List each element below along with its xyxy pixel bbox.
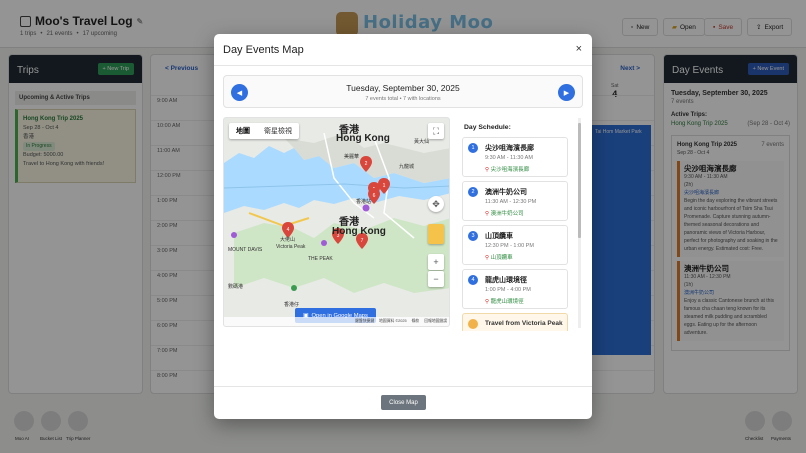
- modal-title: Day Events Map: [223, 44, 304, 56]
- schedule-location: ⚲ 尖沙咀海濱長廊: [485, 165, 529, 173]
- poi-icon: [321, 240, 327, 246]
- map-label-aberdeen: 香港仔: [284, 302, 300, 308]
- schedule-number: 4: [468, 275, 478, 285]
- marker-label: 7: [361, 238, 364, 244]
- map-label-miramar: 美麗華: [344, 154, 360, 160]
- schedule-number: 1: [468, 143, 478, 153]
- close-icon[interactable]: ×: [576, 43, 582, 55]
- map-island-en: Hong Kong: [332, 226, 386, 237]
- marker-label: 4: [287, 227, 290, 233]
- travel-segment[interactable]: Travel from Victoria Peak: [462, 313, 568, 331]
- map-label-the-peak: THE PEAK: [308, 256, 333, 262]
- schedule-location-text: 尖沙咀海濱長廊: [490, 167, 530, 173]
- zoom-out-button[interactable]: −: [428, 271, 444, 287]
- modal-event-summary: 7 events total • 7 with locations: [365, 96, 441, 102]
- schedule-location-text: 龍虎山環境徑: [490, 299, 524, 305]
- tab-map[interactable]: 地圖: [229, 123, 257, 139]
- marker-label: 1: [383, 183, 386, 189]
- date-navigator: ◀ Tuesday, September 30, 2025 7 events t…: [223, 75, 583, 108]
- tab-satellite[interactable]: 衛星檢視: [257, 123, 299, 139]
- camera-control-icon[interactable]: ✥: [428, 196, 444, 212]
- modal-date: Tuesday, September 30, 2025: [346, 83, 460, 93]
- schedule-location-text: 澳洲牛奶公司: [490, 211, 524, 217]
- map-label-mount-davis: MOUNT DAVIS: [228, 247, 263, 253]
- schedule-item[interactable]: 3 山頂纜車 12:30 PM - 1:00 PM ⚲ 山頂纜車: [462, 225, 568, 265]
- map-label-kowloon-city: 九龍城: [399, 164, 415, 170]
- map-data-credit: 地圖資料 ©2025: [379, 319, 407, 323]
- poi-icon: [291, 285, 297, 291]
- close-map-button[interactable]: Close Map: [381, 395, 426, 410]
- schedule-location: ⚲ 山頂纜車: [485, 253, 513, 261]
- pin-icon: ⚲: [485, 255, 490, 261]
- schedule-time: 12:30 PM - 1:00 PM: [485, 243, 534, 249]
- day-schedule: Day Schedule: 1 尖沙咀海濱長廊 9:30 AM - 11:30 …: [462, 117, 585, 331]
- poi-icon: [231, 232, 237, 238]
- terms-link[interactable]: 條款: [412, 319, 420, 324]
- map-type-tabs: 地圖 衛星檢視: [229, 123, 299, 139]
- schedule-location: ⚲ 龍虎山環境徑: [485, 297, 524, 305]
- map-canvas[interactable]: 1 2 3 4 5 6 7: [224, 118, 450, 327]
- schedule-number: 2: [468, 187, 478, 197]
- google-map[interactable]: 1 2 3 4 5 6 7 地圖 衛星檢視 ⛶ ✥ + − 香港 Hong Ko…: [223, 117, 450, 327]
- poi-icon: [362, 204, 370, 212]
- map-label-peak-cn: 大佬山: [280, 237, 296, 243]
- schedule-item[interactable]: 2 澳洲牛奶公司 11:30 AM - 12:30 PM ⚲ 澳洲牛奶公司: [462, 181, 568, 221]
- street-view-pegman-icon[interactable]: [428, 224, 444, 244]
- schedule-name: 山頂纜車: [485, 233, 513, 240]
- travel-label: Travel from Victoria Peak: [485, 320, 563, 327]
- map-city-en: Hong Kong: [336, 133, 390, 144]
- map-attribution: 鍵盤快捷鍵 地圖資料 ©2025 條款 回報地圖錯誤: [224, 317, 449, 326]
- schedule-location-text: 山頂纜車: [490, 255, 513, 261]
- map-label-wong-tai-sin: 黃大仙: [414, 139, 430, 145]
- schedule-name: 尖沙咀海濱長廊: [485, 145, 534, 152]
- scrollbar-thumb[interactable]: [578, 123, 581, 238]
- schedule-time: 9:30 AM - 11:30 AM: [485, 155, 533, 161]
- schedule-time: 1:00 PM - 4:00 PM: [485, 287, 531, 293]
- marker-label: 2: [365, 161, 368, 167]
- schedule-item[interactable]: 1 尖沙咀海濱長廊 9:30 AM - 11:30 AM ⚲ 尖沙咀海濱長廊: [462, 137, 568, 177]
- modal-divider: [214, 65, 592, 66]
- schedule-scrollbar[interactable]: [578, 118, 581, 328]
- chevron-right-icon: ▶: [563, 89, 570, 97]
- pin-icon: ⚲: [485, 211, 490, 217]
- schedule-time: 11:30 AM - 12:30 PM: [485, 199, 537, 205]
- map-label-station: 香港站: [356, 199, 372, 205]
- map-label-peak-en: Victoria Peak: [276, 244, 306, 250]
- schedule-name: 龍虎山環境徑: [485, 277, 527, 284]
- next-day-button[interactable]: ▶: [558, 84, 575, 101]
- travel-icon: [468, 319, 478, 329]
- keyboard-shortcuts-link[interactable]: 鍵盤快捷鍵: [355, 319, 374, 324]
- pin-icon: ⚲: [485, 299, 490, 305]
- report-error-link[interactable]: 回報地圖錯誤: [424, 319, 447, 324]
- modal-footer-divider: [214, 386, 592, 387]
- fullscreen-icon[interactable]: ⛶: [428, 123, 444, 139]
- schedule-location: ⚲ 澳洲牛奶公司: [485, 209, 524, 217]
- marker-label: 6: [373, 193, 376, 199]
- day-events-map-modal: Day Events Map × ◀ Tuesday, September 30…: [214, 34, 592, 419]
- zoom-in-button[interactable]: +: [428, 254, 444, 270]
- schedule-number: 3: [468, 231, 478, 241]
- schedule-title: Day Schedule:: [464, 124, 511, 131]
- pin-icon: ⚲: [485, 167, 490, 173]
- map-label-cyberport: 數碼港: [228, 284, 244, 290]
- schedule-item[interactable]: 4 龍虎山環境徑 1:00 PM - 4:00 PM ⚲ 龍虎山環境徑: [462, 269, 568, 309]
- schedule-name: 澳洲牛奶公司: [485, 189, 527, 196]
